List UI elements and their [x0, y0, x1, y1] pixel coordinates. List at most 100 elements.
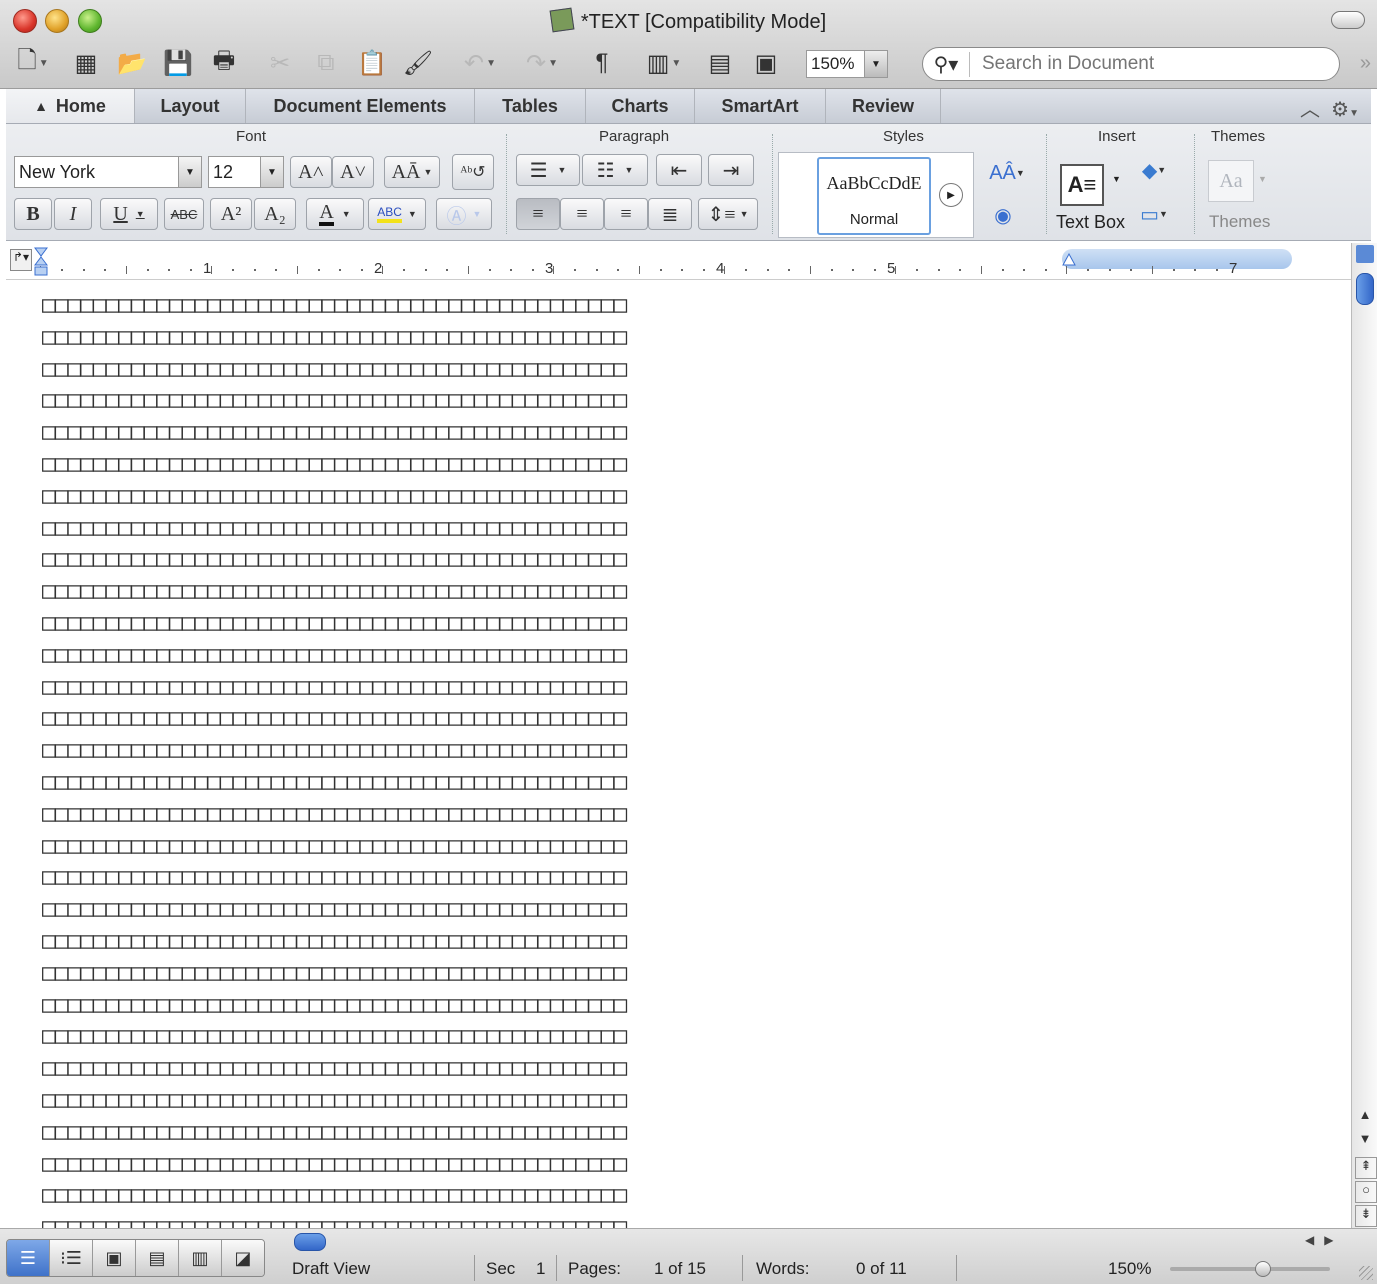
document-line[interactable]: □□□□□□□□□□□□□□□□□□□□□□□□□□□□□□□□□□□□□□□□… — [42, 1023, 627, 1049]
font-name-select[interactable]: New York ▼ — [14, 156, 202, 188]
document-line[interactable]: □□□□□□□□□□□□□□□□□□□□□□□□□□□□□□□□□□□□□□□□… — [42, 960, 627, 986]
toolbar-toggle-button[interactable] — [1331, 11, 1365, 29]
italic-button[interactable]: I — [54, 198, 92, 230]
tab-smartart[interactable]: SmartArt — [695, 89, 826, 123]
document-line[interactable]: □□□□□□□□□□□□□□□□□□□□□□□□□□□□□□□□□□□□□□□□… — [42, 642, 627, 668]
chevron-down-icon[interactable]: ▼ — [1258, 174, 1267, 184]
outline-view-button[interactable]: ⁝☰ — [50, 1240, 93, 1276]
print-layout-button[interactable]: ▤ — [136, 1240, 179, 1276]
bold-button[interactable]: B — [14, 198, 52, 230]
document-line[interactable]: □□□□□□□□□□□□□□□□□□□□□□□□□□□□□□□□□□□□□□□□… — [42, 1151, 627, 1177]
manage-styles-button[interactable]: AÂ ▼ — [982, 154, 1032, 192]
align-right-button[interactable]: ≡ — [604, 198, 648, 230]
split-view-icon[interactable] — [1356, 245, 1374, 263]
new-document-button[interactable]: 🗋 ▼ — [8, 47, 58, 79]
document-line[interactable]: □□□□□□□□□□□□□□□□□□□□□□□□□□□□□□□□□□□□□□□□… — [42, 451, 627, 477]
vertical-scrollbar[interactable]: ▲ ▼ ⇞ ○ ⇟ — [1351, 243, 1377, 1228]
document-area[interactable]: □□□□□□□□□□□□□□□□□□□□□□□□□□□□□□□□□□□□□□□□… — [6, 280, 1351, 1228]
style-pane-button[interactable]: ◉ — [986, 198, 1020, 232]
themes-icon[interactable]: Aa — [1208, 160, 1254, 202]
shapes-button[interactable]: ◆ ▼ — [1130, 154, 1178, 186]
document-proxy-icon[interactable] — [549, 7, 575, 33]
scroll-right-icon[interactable]: ▶ — [1324, 1233, 1333, 1247]
words-label[interactable]: Words: — [756, 1259, 810, 1279]
font-color-button[interactable]: A ▼ — [306, 198, 364, 230]
search-field[interactable]: ⚲▾ — [922, 47, 1340, 81]
words-value[interactable]: 0 of 11 — [856, 1259, 907, 1279]
document-line[interactable]: □□□□□□□□□□□□□□□□□□□□□□□□□□□□□□□□□□□□□□□□… — [42, 928, 627, 954]
bullets-button[interactable]: ☰ ▼ — [516, 154, 580, 186]
right-indent-marker[interactable] — [1062, 252, 1076, 269]
document-line[interactable]: □□□□□□□□□□□□□□□□□□□□□□□□□□□□□□□□□□□□□□□□… — [42, 833, 627, 859]
scroll-left-icon[interactable]: ◀ — [1305, 1233, 1314, 1247]
zoom-slider-knob[interactable] — [1255, 1261, 1271, 1277]
document-line[interactable]: □□□□□□□□□□□□□□□□□□□□□□□□□□□□□□□□□□□□□□□□… — [42, 737, 627, 763]
increase-indent-button[interactable]: ⇥ — [708, 154, 754, 186]
tab-layout[interactable]: Layout — [135, 89, 246, 123]
document-line[interactable]: □□□□□□□□□□□□□□□□□□□□□□□□□□□□□□□□□□□□□□□□… — [42, 483, 627, 509]
text-box-icon[interactable]: A≡ — [1060, 164, 1104, 206]
open-button[interactable]: 📂 — [112, 47, 152, 79]
resize-grip-icon[interactable] — [1359, 1266, 1373, 1280]
document-line[interactable]: □□□□□□□□□□□□□□□□□□□□□□□□□□□□□□□□□□□□□□□□… — [42, 769, 627, 795]
publishing-view-button[interactable]: ▣ — [93, 1240, 136, 1276]
tab-tables[interactable]: Tables — [475, 89, 586, 123]
clear-formatting-button[interactable]: ᴬᵇ↺ — [452, 154, 494, 190]
vertical-scroll-thumb[interactable] — [1356, 273, 1374, 305]
shrink-font-button[interactable]: A˅ — [332, 156, 374, 188]
format-painter-button[interactable]: 🖌 — [398, 47, 438, 79]
tab-review[interactable]: Review — [826, 89, 941, 123]
text-effects-button[interactable]: Ⓐ ▼ — [436, 198, 492, 230]
document-line[interactable]: □□□□□□□□□□□□□□□□□□□□□□□□□□□□□□□□□□□□□□□□… — [42, 705, 627, 731]
gear-icon[interactable]: ⚙ — [1331, 99, 1349, 121]
print-button[interactable]: 🖶 — [204, 47, 244, 79]
document-line[interactable]: □□□□□□□□□□□□□□□□□□□□□□□□□□□□□□□□□□□□□□□□… — [42, 324, 627, 350]
tab-charts[interactable]: Charts — [586, 89, 695, 123]
sidebar-button[interactable]: ▥ ▼ — [636, 47, 692, 79]
grow-font-button[interactable]: A˄ — [290, 156, 332, 188]
decrease-indent-button[interactable]: ⇤ — [656, 154, 702, 186]
tab-stop-selector[interactable]: ↱▾ — [10, 249, 32, 271]
align-center-button[interactable]: ≡ — [560, 198, 604, 230]
scroll-down-icon[interactable]: ▼ — [1355, 1131, 1375, 1153]
document-line[interactable]: □□□□□□□□□□□□□□□□□□□□□□□□□□□□□□□□□□□□□□□□… — [42, 292, 627, 318]
chevron-down-icon[interactable]: ▼ — [1112, 174, 1121, 184]
document-line[interactable]: □□□□□□□□□□□□□□□□□□□□□□□□□□□□□□□□□□□□□□□□… — [42, 387, 627, 413]
document-line[interactable]: □□□□□□□□□□□□□□□□□□□□□□□□□□□□□□□□□□□□□□□□… — [42, 1214, 627, 1228]
strikethrough-button[interactable]: ABC — [164, 198, 204, 230]
show-formatting-button[interactable]: ¶ — [584, 47, 620, 79]
search-icon[interactable]: ⚲▾ — [923, 51, 970, 77]
pages-value[interactable]: 1 of 15 — [654, 1259, 706, 1279]
document-line[interactable]: □□□□□□□□□□□□□□□□□□□□□□□□□□□□□□□□□□□□□□□□… — [42, 864, 627, 890]
horizontal-scroll-thumb[interactable] — [294, 1233, 326, 1251]
subscript-button[interactable]: A₂ — [254, 198, 296, 230]
underline-button[interactable]: U ▼ — [100, 198, 158, 230]
next-page-icon[interactable]: ⇟ — [1355, 1205, 1377, 1227]
document-line[interactable]: □□□□□□□□□□□□□□□□□□□□□□□□□□□□□□□□□□□□□□□□… — [42, 801, 627, 827]
cut-button[interactable]: ✂ — [260, 47, 300, 79]
zoom-slider[interactable] — [1170, 1267, 1330, 1271]
line-spacing-button[interactable]: ⇕≡ ▼ — [698, 198, 758, 230]
save-button[interactable]: 💾 — [158, 47, 198, 79]
change-case-button[interactable]: AĀ ▼ — [384, 156, 440, 188]
collapse-ribbon-icon[interactable]: ︿ — [1300, 99, 1320, 121]
document-line[interactable]: □□□□□□□□□□□□□□□□□□□□□□□□□□□□□□□□□□□□□□□□… — [42, 674, 627, 700]
copy-button[interactable]: ⧉ — [306, 47, 346, 79]
indent-marker[interactable] — [34, 247, 48, 277]
document-line[interactable]: □□□□□□□□□□□□□□□□□□□□□□□□□□□□□□□□□□□□□□□□… — [42, 515, 627, 541]
align-left-button[interactable]: ≡ — [516, 198, 560, 230]
document-line[interactable]: □□□□□□□□□□□□□□□□□□□□□□□□□□□□□□□□□□□□□□□□… — [42, 1119, 627, 1145]
previous-page-icon[interactable]: ⇞ — [1355, 1157, 1377, 1179]
document-line[interactable]: □□□□□□□□□□□□□□□□□□□□□□□□□□□□□□□□□□□□□□□□… — [42, 992, 627, 1018]
paste-button[interactable]: 📋 — [352, 47, 392, 79]
picture-button[interactable]: ▭ ▼ — [1130, 198, 1178, 230]
styles-next-icon[interactable]: ▶ — [939, 183, 963, 207]
superscript-button[interactable]: A² — [210, 198, 252, 230]
horizontal-scrollbar[interactable] — [284, 1231, 1304, 1253]
document-line[interactable]: □□□□□□□□□□□□□□□□□□□□□□□□□□□□□□□□□□□□□□□□… — [42, 419, 627, 445]
document-line[interactable]: □□□□□□□□□□□□□□□□□□□□□□□□□□□□□□□□□□□□□□□□… — [42, 1182, 627, 1208]
scroll-up-icon[interactable]: ▲ — [1355, 1107, 1375, 1129]
tab-document-elements[interactable]: Document Elements — [246, 89, 475, 123]
ruler-track[interactable]: 1 2 3 4 5 7 — [36, 252, 1292, 277]
text-box-label[interactable]: Text Box — [1056, 212, 1125, 233]
